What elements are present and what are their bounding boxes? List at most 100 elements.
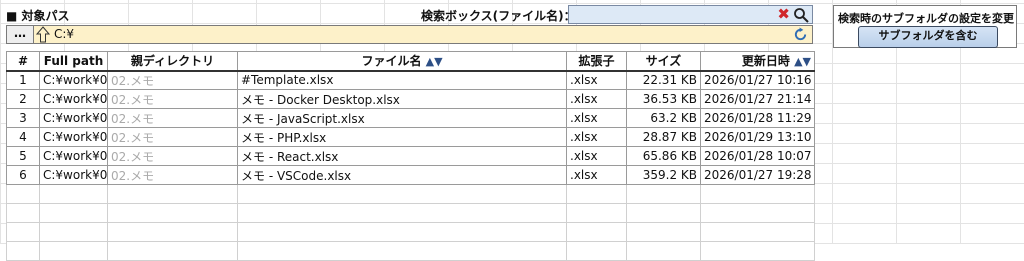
col-header-num[interactable]: #: [6, 51, 40, 72]
file-name-cell[interactable]: #Template.xlsx: [237, 70, 567, 90]
empty-cell: [700, 222, 815, 242]
empty-cell: [107, 184, 238, 204]
sort-arrows-icon[interactable]: ▲▼: [426, 55, 443, 68]
empty-cell: [700, 203, 815, 223]
empty-cell: [107, 241, 238, 261]
modified-cell[interactable]: 2026/01/28 11:29: [700, 108, 815, 128]
target-path-label: ■ 対象パス: [6, 9, 70, 23]
table-row[interactable]: 6C:¥work¥0202.メモメモ - VSCode.xlsx.xlsx359…: [6, 165, 815, 185]
row-number[interactable]: 6: [6, 165, 40, 185]
empty-cell: [39, 203, 108, 223]
modified-cell[interactable]: 2026/01/29 13:10: [700, 127, 815, 147]
empty-cell: [626, 222, 701, 242]
include-subfolders-button[interactable]: サブフォルダを含む: [858, 26, 998, 48]
close-icon[interactable]: ✖: [777, 6, 790, 23]
search-box: ✖: [568, 5, 813, 25]
extension-cell[interactable]: .xlsx: [566, 165, 627, 185]
size-cell[interactable]: 63.2 KB: [626, 108, 701, 128]
full-path-cell[interactable]: C:¥work¥02: [39, 70, 108, 90]
file-name-cell[interactable]: メモ - PHP.xlsx: [237, 127, 567, 147]
parent-dir-cell[interactable]: 02.メモ: [107, 127, 238, 147]
empty-cell: [107, 203, 238, 223]
file-name-cell[interactable]: メモ - JavaScript.xlsx: [237, 108, 567, 128]
empty-cell: [237, 203, 567, 223]
search-icon[interactable]: [793, 7, 809, 23]
extension-cell[interactable]: .xlsx: [566, 127, 627, 147]
parent-dir-cell[interactable]: 02.メモ: [107, 146, 238, 166]
file-name-cell[interactable]: メモ - React.xlsx: [237, 146, 567, 166]
panel-title: 検索時のサブフォルダの設定を変更: [838, 12, 1014, 25]
col-header-parent-dir[interactable]: 親ディレクトリ: [107, 51, 238, 72]
search-box-label: 検索ボックス(ファイル名)：: [421, 9, 576, 23]
table-row[interactable]: 4C:¥work¥0202.メモメモ - PHP.xlsx.xlsx28.87 …: [6, 127, 815, 147]
subfolder-settings-panel: 検索時のサブフォルダの設定を変更 サブフォルダを含む: [833, 5, 1017, 48]
col-header-modified[interactable]: 更新日時 ▲▼: [700, 51, 815, 72]
empty-cell: [566, 203, 627, 223]
empty-cell: [700, 184, 815, 204]
browse-button[interactable]: …: [7, 26, 34, 43]
parent-dir-cell[interactable]: 02.メモ: [107, 89, 238, 109]
full-path-cell[interactable]: C:¥work¥02: [39, 108, 108, 128]
col-header-full-path[interactable]: Full path: [39, 51, 108, 72]
empty-cell: [6, 241, 40, 261]
path-bar: … C:¥: [6, 25, 813, 44]
table-row[interactable]: 3C:¥work¥0202.メモメモ - JavaScript.xlsx.xls…: [6, 108, 815, 128]
empty-row: [6, 203, 815, 223]
sort-arrows-icon[interactable]: ▲▼: [794, 55, 811, 68]
size-cell[interactable]: 359.2 KB: [626, 165, 701, 185]
col-header-size[interactable]: サイズ: [626, 51, 701, 72]
search-input[interactable]: [571, 6, 765, 25]
empty-cell: [626, 241, 701, 261]
full-path-cell[interactable]: C:¥work¥02: [39, 146, 108, 166]
col-header-ext[interactable]: 拡張子: [566, 51, 627, 72]
modified-cell[interactable]: 2026/01/27 21:14: [700, 89, 815, 109]
empty-row: [6, 241, 815, 261]
col-header-file-name[interactable]: ファイル名 ▲▼: [237, 51, 567, 72]
file-name-cell[interactable]: メモ - VSCode.xlsx: [237, 165, 567, 185]
empty-cell: [6, 203, 40, 223]
extension-cell[interactable]: .xlsx: [566, 70, 627, 90]
row-number[interactable]: 5: [6, 146, 40, 166]
file-table: # Full path 親ディレクトリ ファイル名 ▲▼ 拡張子 サイズ 更新日…: [6, 51, 815, 261]
parent-dir-cell[interactable]: 02.メモ: [107, 165, 238, 185]
arrow-up-icon[interactable]: [36, 26, 50, 43]
size-cell[interactable]: 36.53 KB: [626, 89, 701, 109]
file-name-cell[interactable]: メモ - Docker Desktop.xlsx: [237, 89, 567, 109]
empty-cell: [566, 184, 627, 204]
row-number[interactable]: 1: [6, 70, 40, 90]
empty-cell: [700, 241, 815, 261]
modified-cell[interactable]: 2026/01/27 19:28: [700, 165, 815, 185]
row-number[interactable]: 4: [6, 127, 40, 147]
empty-cell: [6, 222, 40, 242]
path-value[interactable]: C:¥: [54, 27, 74, 41]
table-row[interactable]: 1C:¥work¥0202.メモ#Template.xlsx.xlsx22.31…: [6, 70, 815, 90]
row-number[interactable]: 2: [6, 89, 40, 109]
row-number[interactable]: 3: [6, 108, 40, 128]
extension-cell[interactable]: .xlsx: [566, 108, 627, 128]
parent-dir-cell[interactable]: 02.メモ: [107, 70, 238, 90]
table-row[interactable]: 2C:¥work¥0202.メモメモ - Docker Desktop.xlsx…: [6, 89, 815, 109]
empty-cell: [237, 184, 567, 204]
empty-cell: [107, 222, 238, 242]
refresh-icon[interactable]: [793, 27, 808, 42]
size-cell[interactable]: 65.86 KB: [626, 146, 701, 166]
full-path-cell[interactable]: C:¥work¥02: [39, 89, 108, 109]
empty-row: [6, 184, 815, 204]
extension-cell[interactable]: .xlsx: [566, 146, 627, 166]
empty-cell: [237, 222, 567, 242]
extension-cell[interactable]: .xlsx: [566, 89, 627, 109]
table-header-row: # Full path 親ディレクトリ ファイル名 ▲▼ 拡張子 サイズ 更新日…: [6, 51, 815, 72]
size-cell[interactable]: 22.31 KB: [626, 70, 701, 90]
table-row[interactable]: 5C:¥work¥0202.メモメモ - React.xlsx.xlsx65.8…: [6, 146, 815, 166]
full-path-cell[interactable]: C:¥work¥02: [39, 127, 108, 147]
empty-cell: [566, 241, 627, 261]
full-path-cell[interactable]: C:¥work¥02: [39, 165, 108, 185]
empty-cell: [626, 184, 701, 204]
modified-header-label: 更新日時: [741, 54, 790, 69]
modified-cell[interactable]: 2026/01/28 10:07: [700, 146, 815, 166]
parent-dir-cell[interactable]: 02.メモ: [107, 108, 238, 128]
modified-cell[interactable]: 2026/01/27 10:16: [700, 70, 815, 90]
empty-cell: [6, 184, 40, 204]
empty-cell: [237, 241, 567, 261]
size-cell[interactable]: 28.87 KB: [626, 127, 701, 147]
